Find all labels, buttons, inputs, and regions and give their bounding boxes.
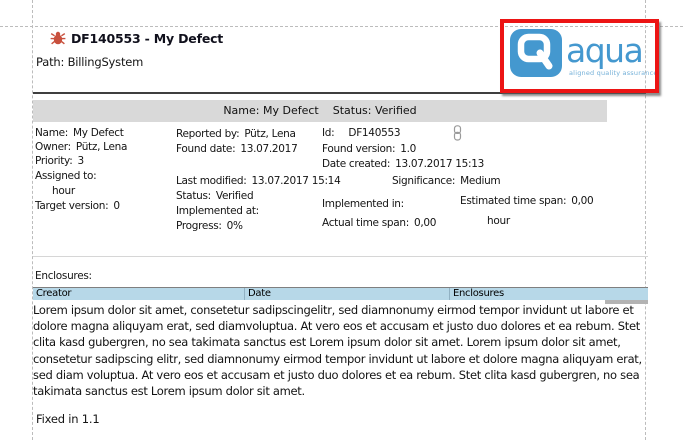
field-status: Status:Verified bbox=[176, 190, 253, 202]
field-implemented-in: Implemented in: bbox=[322, 198, 409, 210]
summary-name: Name: My Defect bbox=[223, 104, 318, 117]
enclosures-label: Enclosures: bbox=[35, 270, 92, 282]
field-assigned-to-unit: hour bbox=[52, 185, 75, 197]
page-title: DF140553 - My Defect bbox=[71, 31, 223, 46]
field-found-date: Found date:13.07.2017 bbox=[176, 143, 297, 155]
red-highlight-annotation bbox=[500, 19, 659, 93]
defect-bug-icon bbox=[50, 31, 66, 45]
field-priority: Priority:3 bbox=[35, 155, 84, 167]
field-implemented-at: Implemented at: bbox=[176, 205, 264, 217]
field-last-modified: Last modified:13.07.2017 15:14 bbox=[176, 175, 340, 187]
field-progress: Progress:0% bbox=[176, 220, 243, 232]
column-header-date: Date bbox=[245, 288, 450, 300]
summary-bar: Name: My Defect Status: Verified bbox=[33, 100, 607, 122]
field-owner: Owner:Pütz, Lena bbox=[35, 141, 127, 153]
field-estimated-time-span: Estimated time span:0,00 bbox=[460, 195, 593, 207]
breadcrumb-path: Path: BillingSystem bbox=[36, 55, 143, 69]
field-actual-time-span: Actual time span:0,00 bbox=[322, 217, 436, 229]
field-significance: Significance:Medium bbox=[392, 175, 500, 187]
section-separator-line bbox=[33, 256, 648, 257]
column-header-enclosures: Enclosures bbox=[450, 288, 648, 300]
description-text: Lorem ipsum dolor sit amet, consetetur s… bbox=[33, 302, 651, 399]
field-target-version: Target version:0 bbox=[35, 200, 120, 212]
enclosures-table-header: Creator Date Enclosures bbox=[33, 287, 648, 300]
field-name: Name:My Defect bbox=[35, 127, 124, 139]
field-assigned-to: Assigned to: bbox=[35, 170, 101, 182]
field-found-version: Found version:1.0 bbox=[322, 143, 416, 155]
summary-status: Status: Verified bbox=[333, 104, 417, 117]
field-reported-by: Reported by:Pütz, Lena bbox=[176, 128, 296, 140]
field-date-created: Date created:13.07.2017 15:13 bbox=[322, 158, 484, 170]
link-chain-icon bbox=[453, 125, 462, 141]
fixed-in-note: Fixed in 1.1 bbox=[36, 412, 99, 426]
field-id: Id:DF140553 bbox=[322, 127, 400, 139]
field-estimated-time-unit: hour bbox=[487, 215, 510, 227]
column-header-creator: Creator bbox=[33, 288, 245, 300]
